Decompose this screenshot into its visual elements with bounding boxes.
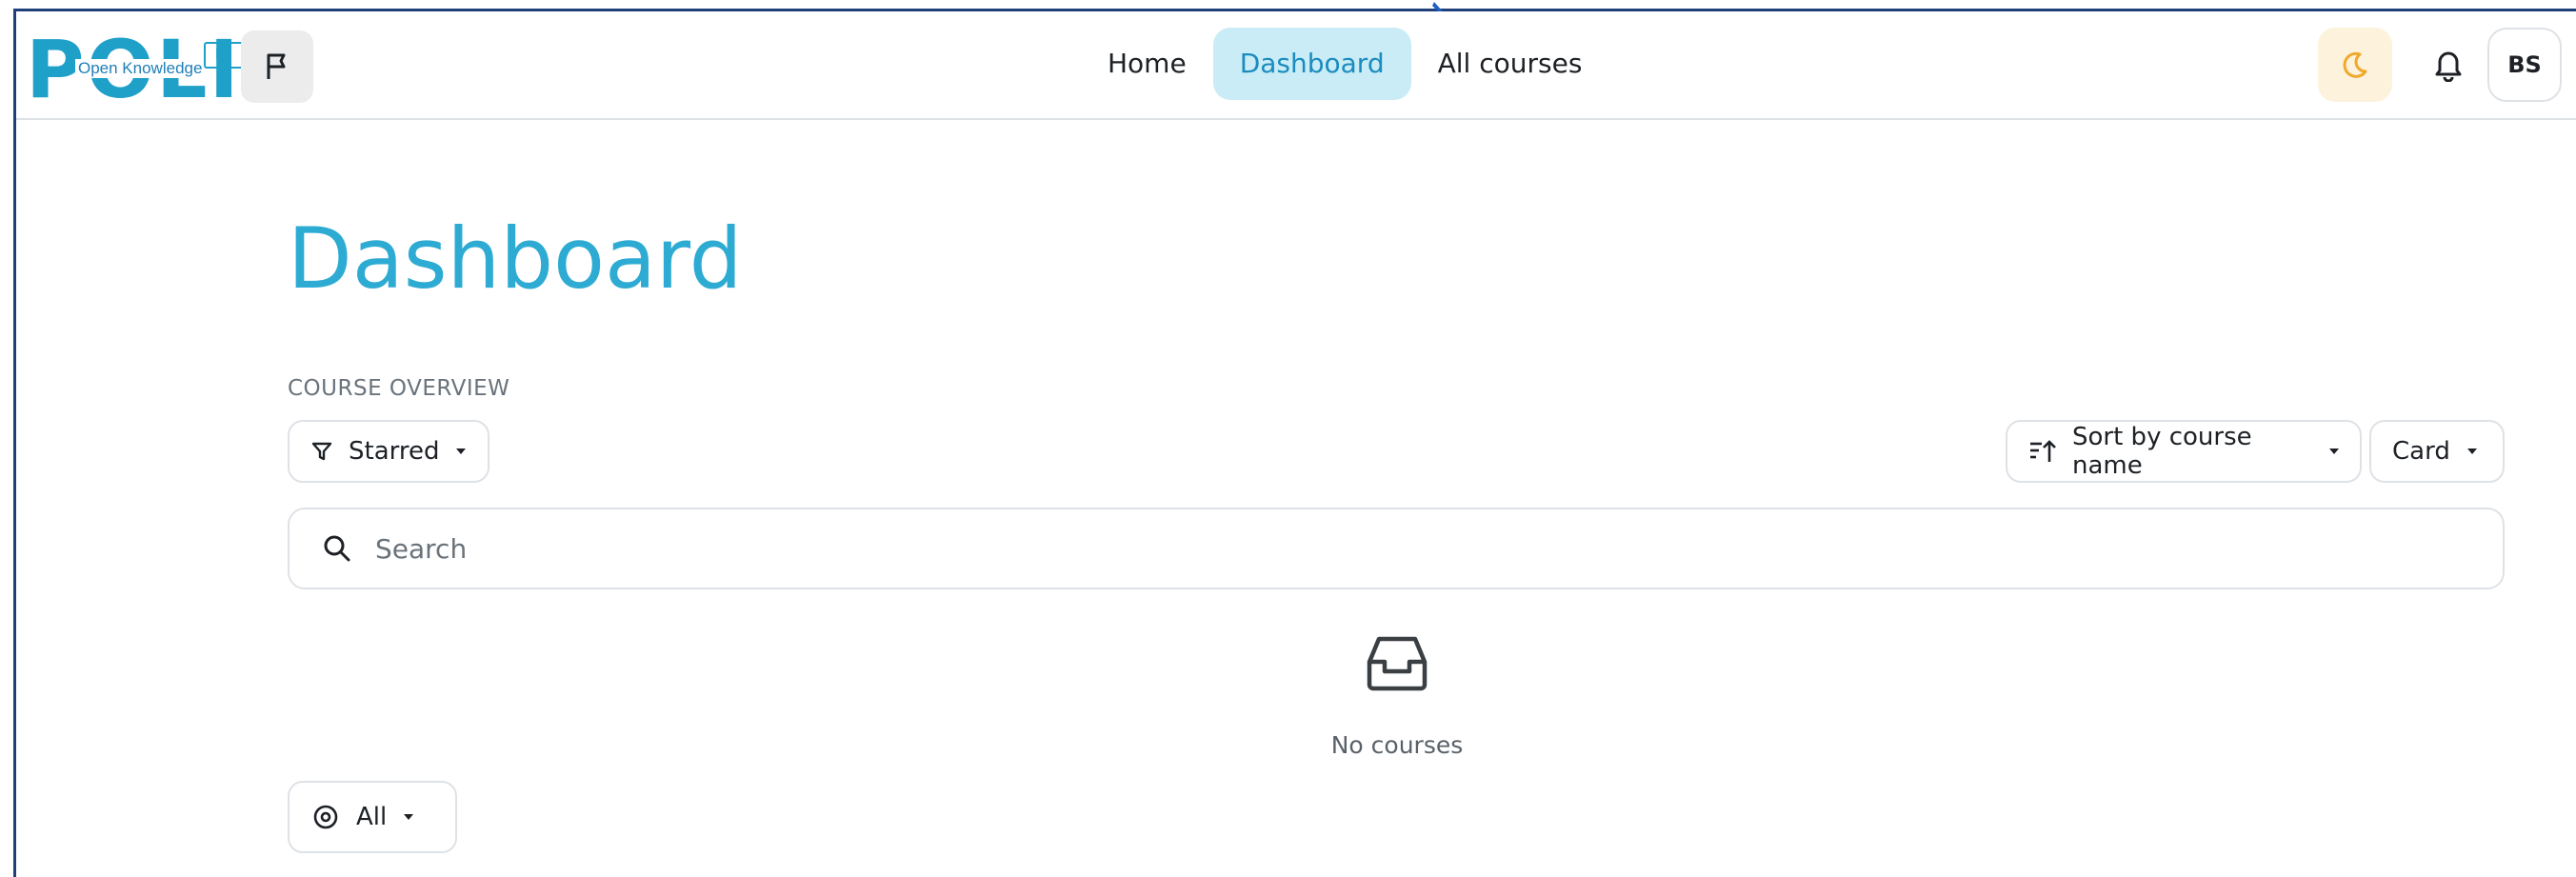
empty-state-message: No courses	[1330, 731, 1464, 759]
visibility-dropdown[interactable]: All	[288, 781, 457, 853]
grouping-filter-dropdown[interactable]: Starred	[288, 420, 489, 483]
eye-icon	[310, 805, 341, 829]
window-border-left	[13, 9, 16, 877]
chevron-down-icon	[2466, 448, 2477, 454]
app-window: POLI Open Knowledge MI Home Dashboard Al…	[0, 0, 2576, 877]
chevron-down-icon	[456, 448, 467, 454]
chevron-down-icon	[2329, 448, 2339, 454]
flag-icon	[267, 53, 286, 79]
moon-icon	[2343, 51, 2367, 78]
filter-icon	[310, 440, 333, 463]
sort-label: Sort by course name	[2072, 423, 2252, 480]
nav-link-all-courses[interactable]: All courses	[1411, 28, 1609, 100]
nav-link-dashboard[interactable]: Dashboard	[1212, 28, 1411, 100]
user-avatar[interactable]: BS	[2487, 28, 2562, 102]
course-search-box[interactable]	[288, 508, 2505, 589]
nav-link-home[interactable]: Home	[1081, 28, 1213, 100]
course-overview-label: COURSE OVERVIEW	[288, 376, 510, 401]
view-mode-label: Card	[2392, 437, 2450, 466]
notifications-button[interactable]	[2416, 32, 2481, 97]
view-mode-dropdown[interactable]: Card	[2369, 420, 2505, 483]
sort-icon	[2028, 439, 2057, 464]
visibility-label: All	[356, 803, 388, 831]
search-icon	[324, 535, 350, 562]
sort-dropdown[interactable]: Sort by course name	[2006, 420, 2362, 483]
inbox-icon	[1367, 636, 1428, 691]
bell-icon	[2435, 51, 2462, 82]
top-navbar: POLI Open Knowledge MI Home Dashboard Al…	[16, 11, 2576, 120]
logo-subtitle: Open Knowledge	[75, 59, 206, 78]
dark-mode-toggle[interactable]	[2318, 28, 2392, 102]
chevron-down-icon	[404, 814, 414, 820]
site-logo[interactable]: POLI Open Knowledge MI	[26, 27, 244, 112]
logo-badge: MI	[204, 42, 244, 69]
grouping-filter-label: Starred	[349, 437, 440, 466]
page-title: Dashboard	[288, 209, 743, 308]
primary-navigation: Home Dashboard All courses	[1081, 25, 1608, 103]
search-input[interactable]	[373, 531, 2472, 566]
flag-button[interactable]	[241, 30, 313, 103]
